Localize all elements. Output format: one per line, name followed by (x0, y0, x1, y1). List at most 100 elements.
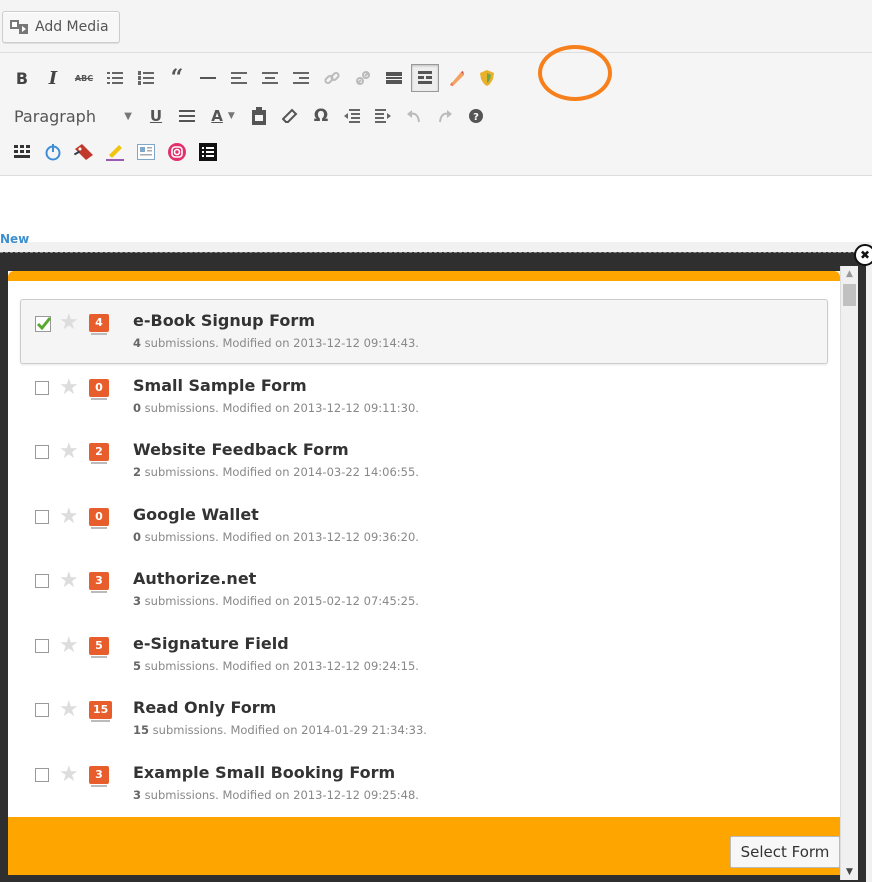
form-checkbox[interactable] (35, 767, 49, 782)
read-more-icon[interactable] (380, 64, 408, 92)
outdent-icon[interactable] (338, 102, 366, 130)
bullet-list-icon[interactable] (101, 64, 129, 92)
list-block-icon[interactable] (194, 138, 222, 166)
form-list-item[interactable]: ★ 0 Small Sample Form 0 submissions. Modifi… (20, 364, 828, 429)
form-meta-text: submissions. Modified on 2013-12-12 09:1… (141, 336, 419, 350)
modal-scrollbar[interactable]: ▲ ▼ (840, 266, 858, 880)
form-checkbox[interactable] (35, 574, 49, 588)
form-title[interactable]: Authorize.net (133, 569, 256, 588)
form-meta: 0 submissions. Modified on 2013-12-12 09… (133, 401, 419, 415)
editor-header: Add Media (0, 0, 872, 52)
text-color-icon[interactable]: A ▼ (204, 102, 242, 130)
redo-icon[interactable] (431, 102, 459, 130)
form-checkbox[interactable] (35, 445, 49, 459)
form-list-item[interactable]: ★ 4 e-Book Signup Form 4 submissions. Modif… (20, 299, 828, 364)
blockquote-icon[interactable]: “ (163, 64, 191, 92)
star-icon[interactable]: ★ (59, 762, 79, 788)
align-left-icon[interactable] (225, 64, 253, 92)
form-list-item[interactable]: ★ 0 Google Wallet 0 submissions. Modified o… (20, 493, 828, 558)
form-picker-panel: ★ 4 e-Book Signup Form 4 submissions. Modif… (8, 271, 840, 875)
form-title[interactable]: Small Sample Form (133, 376, 307, 395)
toolbar-toggle-icon[interactable] (411, 64, 439, 92)
star-icon[interactable]: ★ (59, 310, 79, 336)
form-title[interactable]: Website Feedback Form (133, 440, 349, 459)
form-title[interactable]: Google Wallet (133, 505, 259, 524)
form-checkbox[interactable] (35, 638, 49, 653)
star-icon[interactable]: ★ (59, 633, 79, 659)
form-title[interactable]: Read Only Form (133, 698, 276, 717)
grid-icon[interactable] (8, 138, 36, 166)
form-meta: 3 submissions. Modified on 2015-02-12 07… (133, 594, 419, 608)
justify-icon[interactable] (173, 102, 201, 130)
form-list-item[interactable]: ★ 5 e-Signature Field 5 submissions. Modifi… (20, 622, 828, 687)
form-meta: 2 submissions. Modified on 2014-03-22 14… (133, 465, 419, 479)
scroll-down-icon[interactable]: ▼ (841, 864, 858, 880)
power-icon[interactable] (39, 138, 67, 166)
chevron-down-icon: ▼ (124, 110, 132, 122)
form-meta-text: submissions. Modified on 2014-03-22 14:0… (141, 465, 419, 479)
form-list-item[interactable]: ★ 15 Read Only Form 15 submissions. Modifie… (20, 686, 828, 751)
clear-format-icon[interactable] (276, 102, 304, 130)
form-checkbox[interactable] (35, 509, 49, 524)
form-checkbox[interactable] (35, 380, 49, 395)
select-form-button[interactable]: Select Form (730, 836, 840, 868)
star-icon[interactable]: ★ (59, 375, 79, 401)
checkbox-checked-icon[interactable] (35, 316, 52, 332)
star-icon[interactable]: ★ (59, 504, 79, 530)
add-media-label: Add Media (35, 19, 109, 35)
horizontal-rule-icon[interactable] (194, 64, 222, 92)
media-icon (9, 18, 29, 36)
paste-text-icon[interactable] (245, 102, 273, 130)
bold-icon[interactable]: B (8, 64, 36, 92)
toolbar-row-3 (8, 137, 225, 167)
undo-icon[interactable] (400, 102, 428, 130)
form-list-item[interactable]: ★ 3 Authorize.net 3 submissions. Modified o… (20, 557, 828, 622)
image-text-icon[interactable] (132, 138, 160, 166)
form-title[interactable]: e-Book Signup Form (133, 311, 315, 330)
underline-icon[interactable]: U (142, 102, 170, 130)
form-list-item[interactable]: ★ 3 Example Small Booking Form 3 submission… (20, 751, 828, 816)
form-meta-count: 15 (133, 723, 150, 737)
submission-count-badge: 3 (89, 765, 109, 787)
form-meta: 5 submissions. Modified on 2013-12-12 09… (133, 659, 419, 673)
scroll-up-icon[interactable]: ▲ (841, 266, 858, 282)
italic-icon[interactable]: I (39, 64, 67, 92)
format-select[interactable]: Paragraph ▼ (6, 103, 136, 129)
scroll-thumb[interactable] (843, 284, 856, 306)
marker-icon[interactable] (101, 138, 129, 166)
svg-text:?: ? (473, 112, 479, 123)
special-char-icon[interactable]: Ω (307, 102, 335, 130)
submission-count-badge: 2 (89, 443, 109, 464)
submission-count-badge: 5 (89, 636, 109, 658)
form-meta-text: submissions. Modified on 2013-12-12 09:3… (141, 529, 419, 544)
add-media-button[interactable]: Add Media (2, 11, 120, 43)
star-icon[interactable]: ★ (59, 697, 79, 723)
shield-icon[interactable] (473, 64, 501, 92)
form-meta-count: 3 (133, 594, 142, 608)
editor-content-area[interactable] (0, 176, 872, 242)
form-title[interactable]: Example Small Booking Form (133, 763, 395, 782)
form-pen-icon[interactable] (442, 64, 470, 92)
align-right-icon[interactable] (287, 64, 315, 92)
submission-count-badge: 4 (89, 314, 109, 335)
unlink-icon[interactable] (349, 64, 377, 92)
star-icon[interactable]: ★ (59, 568, 79, 594)
help-icon[interactable]: ? (462, 102, 490, 130)
close-icon[interactable]: ✖ (854, 244, 872, 266)
star-icon[interactable]: ★ (59, 439, 79, 465)
indent-icon[interactable] (369, 102, 397, 130)
instagram-icon[interactable] (163, 138, 191, 166)
form-meta-count: 2 (133, 465, 142, 479)
format-select-value: Paragraph (14, 106, 96, 126)
form-title[interactable]: e-Signature Field (133, 634, 289, 653)
form-list-item[interactable]: ★ 2 Website Feedback Form 2 submissions. Mo… (20, 428, 828, 493)
align-center-icon[interactable] (256, 64, 284, 92)
numbered-list-icon[interactable] (132, 64, 160, 92)
modal-top-bar (8, 271, 840, 281)
form-checkbox[interactable] (35, 703, 49, 717)
form-meta-text: submissions. Modified on 2013-12-12 09:2… (141, 658, 419, 673)
strikethrough-icon[interactable]: ABC (70, 64, 98, 92)
link-icon[interactable] (318, 64, 346, 92)
tag-icon[interactable] (70, 138, 98, 166)
form-meta-count: 3 (133, 787, 142, 802)
